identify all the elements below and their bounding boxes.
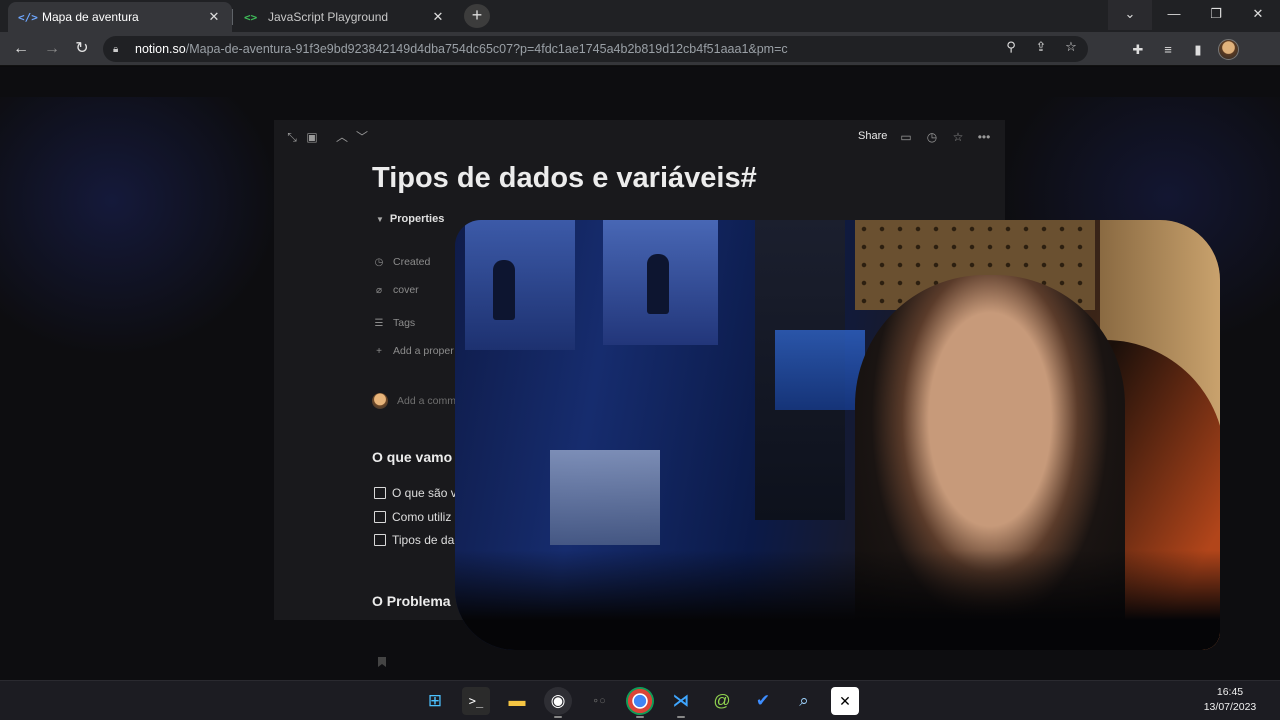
tab-title: Mapa de aventura <box>42 10 139 24</box>
tab-separator <box>232 9 233 25</box>
magnifier-icon[interactable]: ⌕ <box>790 687 818 715</box>
side-panel-icon[interactable]: ▮ <box>1188 40 1208 60</box>
property-cover[interactable]: ⌀ cover <box>372 284 419 296</box>
chevron-down-icon[interactable]: ﹀ <box>354 129 370 145</box>
address-bar[interactable]: 🔒︎ notion.so /Mapa-de-aventura-91f3e9bd9… <box>103 36 1088 62</box>
code-brackets-icon: </> <box>18 10 38 24</box>
plus-icon: + <box>376 345 382 357</box>
profile-avatar[interactable] <box>1218 39 1239 60</box>
property-created[interactable]: ◷ Created <box>372 256 431 268</box>
checklist-item[interactable]: Como utiliz <box>374 510 451 524</box>
todo-icon[interactable]: ✔ <box>749 687 777 715</box>
add-property-button[interactable]: + Add a proper <box>372 345 454 357</box>
js-playground-icon: <> <box>244 10 258 24</box>
webcam-figure <box>647 254 669 314</box>
clock-time: 16:45 <box>1216 686 1244 698</box>
app-swirl-icon[interactable]: @ <box>708 687 736 715</box>
notion-topbar: ⤡ ▣ ︿ ﹀ Share ▭ ◷ ☆ ••• <box>274 120 1005 156</box>
share-page-icon[interactable]: ⇪ <box>1030 36 1052 58</box>
open-page-icon[interactable]: ▣ <box>304 129 320 145</box>
checkbox[interactable] <box>374 534 386 546</box>
properties-label: Properties <box>389 213 445 225</box>
tab-mapa-de-aventura[interactable]: </> Mapa de aventura ✕ <box>8 2 232 32</box>
bookmark-star-icon[interactable]: ☆ <box>1060 36 1082 58</box>
section-heading: O que vamo <box>372 449 453 465</box>
window-close-button[interactable]: ✕ <box>1236 0 1280 30</box>
tab-javascript-playground[interactable]: <> JavaScript Playground ✕ <box>234 2 456 32</box>
file-explorer-icon[interactable]: ▬ <box>503 687 531 715</box>
media-control-icon[interactable]: ≡ <box>1158 40 1178 60</box>
bookmark-icon <box>378 657 386 667</box>
property-label: Created <box>393 256 431 268</box>
chrome-icon[interactable] <box>626 687 654 718</box>
checklist-item[interactable]: Tipos de da <box>374 533 454 547</box>
property-label: Tags <box>393 317 416 329</box>
checklist-text: O que são v <box>392 486 457 500</box>
tab-strip: </> Mapa de aventura ✕ <> JavaScript Pla… <box>0 0 1280 32</box>
background-glow <box>0 97 280 357</box>
webcam-screen <box>775 330 865 410</box>
clock-date: 13/07/2023 <box>1203 701 1257 713</box>
add-comment-field[interactable]: Add a comm <box>372 393 456 409</box>
url-path: /Mapa-de-aventura-91f3e9bd923842149d4dba… <box>185 42 788 56</box>
checklist-text: Como utiliz <box>392 510 452 524</box>
section-heading: O Problema <box>372 593 451 609</box>
system-clock[interactable]: 16:45 13/07/2023 <box>1190 685 1270 715</box>
obs-icon[interactable]: ◉ <box>544 687 572 718</box>
property-tags[interactable]: ☰ Tags <box>372 317 416 329</box>
favorite-star-icon[interactable]: ☆ <box>950 129 966 145</box>
zoom-icon[interactable]: ⚲ <box>1000 36 1022 58</box>
clock-icon: ◷ <box>374 256 384 268</box>
checkbox[interactable] <box>374 511 386 523</box>
back-button[interactable]: ← <box>9 37 33 61</box>
forward-button[interactable]: → <box>40 37 64 61</box>
restore-button[interactable]: ❐ <box>1194 0 1238 30</box>
lock-icon[interactable]: 🔒︎ <box>113 44 127 55</box>
comment-placeholder: Add a comm <box>397 395 456 407</box>
checklist-text: Tipos de da <box>392 533 455 547</box>
property-label: cover <box>393 284 419 296</box>
windows-taskbar: ⊞ >_ ▬ ◉ ∘○ ⋊ @ ✔ ⌕ ✕ 16:45 13/07/2023 <box>0 680 1280 720</box>
avatar <box>372 393 388 409</box>
app-dots-icon[interactable]: ∘○ <box>585 687 613 715</box>
vscode-icon[interactable]: ⋊ <box>667 687 695 718</box>
history-icon[interactable]: ◷ <box>924 129 940 145</box>
checkbox[interactable] <box>374 487 386 499</box>
share-button[interactable]: Share <box>858 130 887 142</box>
comment-icon[interactable]: ▭ <box>898 129 914 145</box>
minimize-button[interactable]: — <box>1152 0 1196 30</box>
capcut-icon[interactable]: ✕ <box>831 687 859 715</box>
new-tab-button[interactable]: + <box>464 4 490 28</box>
browser-toolbar: ← → ↻ 🔒︎ notion.so /Mapa-de-aventura-91f… <box>0 32 1280 66</box>
expand-icon[interactable]: ⤡ <box>284 129 300 145</box>
property-label: Add a proper <box>393 345 454 357</box>
webcam-figure <box>493 260 515 320</box>
page-viewport: ⤡ ▣ ︿ ﹀ Share ▭ ◷ ☆ ••• Tipos de dados e… <box>0 67 1280 680</box>
windows-start-icon[interactable]: ⊞ <box>421 687 449 715</box>
terminal-icon[interactable]: >_ <box>462 687 490 715</box>
close-icon[interactable]: ✕ <box>430 9 446 25</box>
reload-button[interactable]: ↻ <box>70 37 94 61</box>
webcam-shadow <box>455 550 1220 650</box>
more-options-icon[interactable]: ••• <box>976 129 992 145</box>
list-icon: ☰ <box>374 317 384 329</box>
tab-title: JavaScript Playground <box>268 10 389 24</box>
webcam-overlay <box>455 220 1220 650</box>
checklist-item[interactable]: O que são v <box>374 486 457 500</box>
extensions-icon[interactable]: ✚ <box>1128 40 1148 60</box>
chevron-up-icon[interactable]: ︿ <box>334 129 350 145</box>
caret-down-icon: ▼ <box>376 214 384 224</box>
url-host: notion.so <box>135 42 186 56</box>
paperclip-icon: ⌀ <box>375 284 383 296</box>
webcam-box <box>550 450 660 545</box>
tab-search-button[interactable]: ⌄ <box>1108 0 1152 30</box>
webcam-shelf <box>465 220 575 350</box>
page-title[interactable]: Tipos de dados e variáveis# <box>372 162 757 195</box>
close-icon[interactable]: ✕ <box>206 9 222 25</box>
